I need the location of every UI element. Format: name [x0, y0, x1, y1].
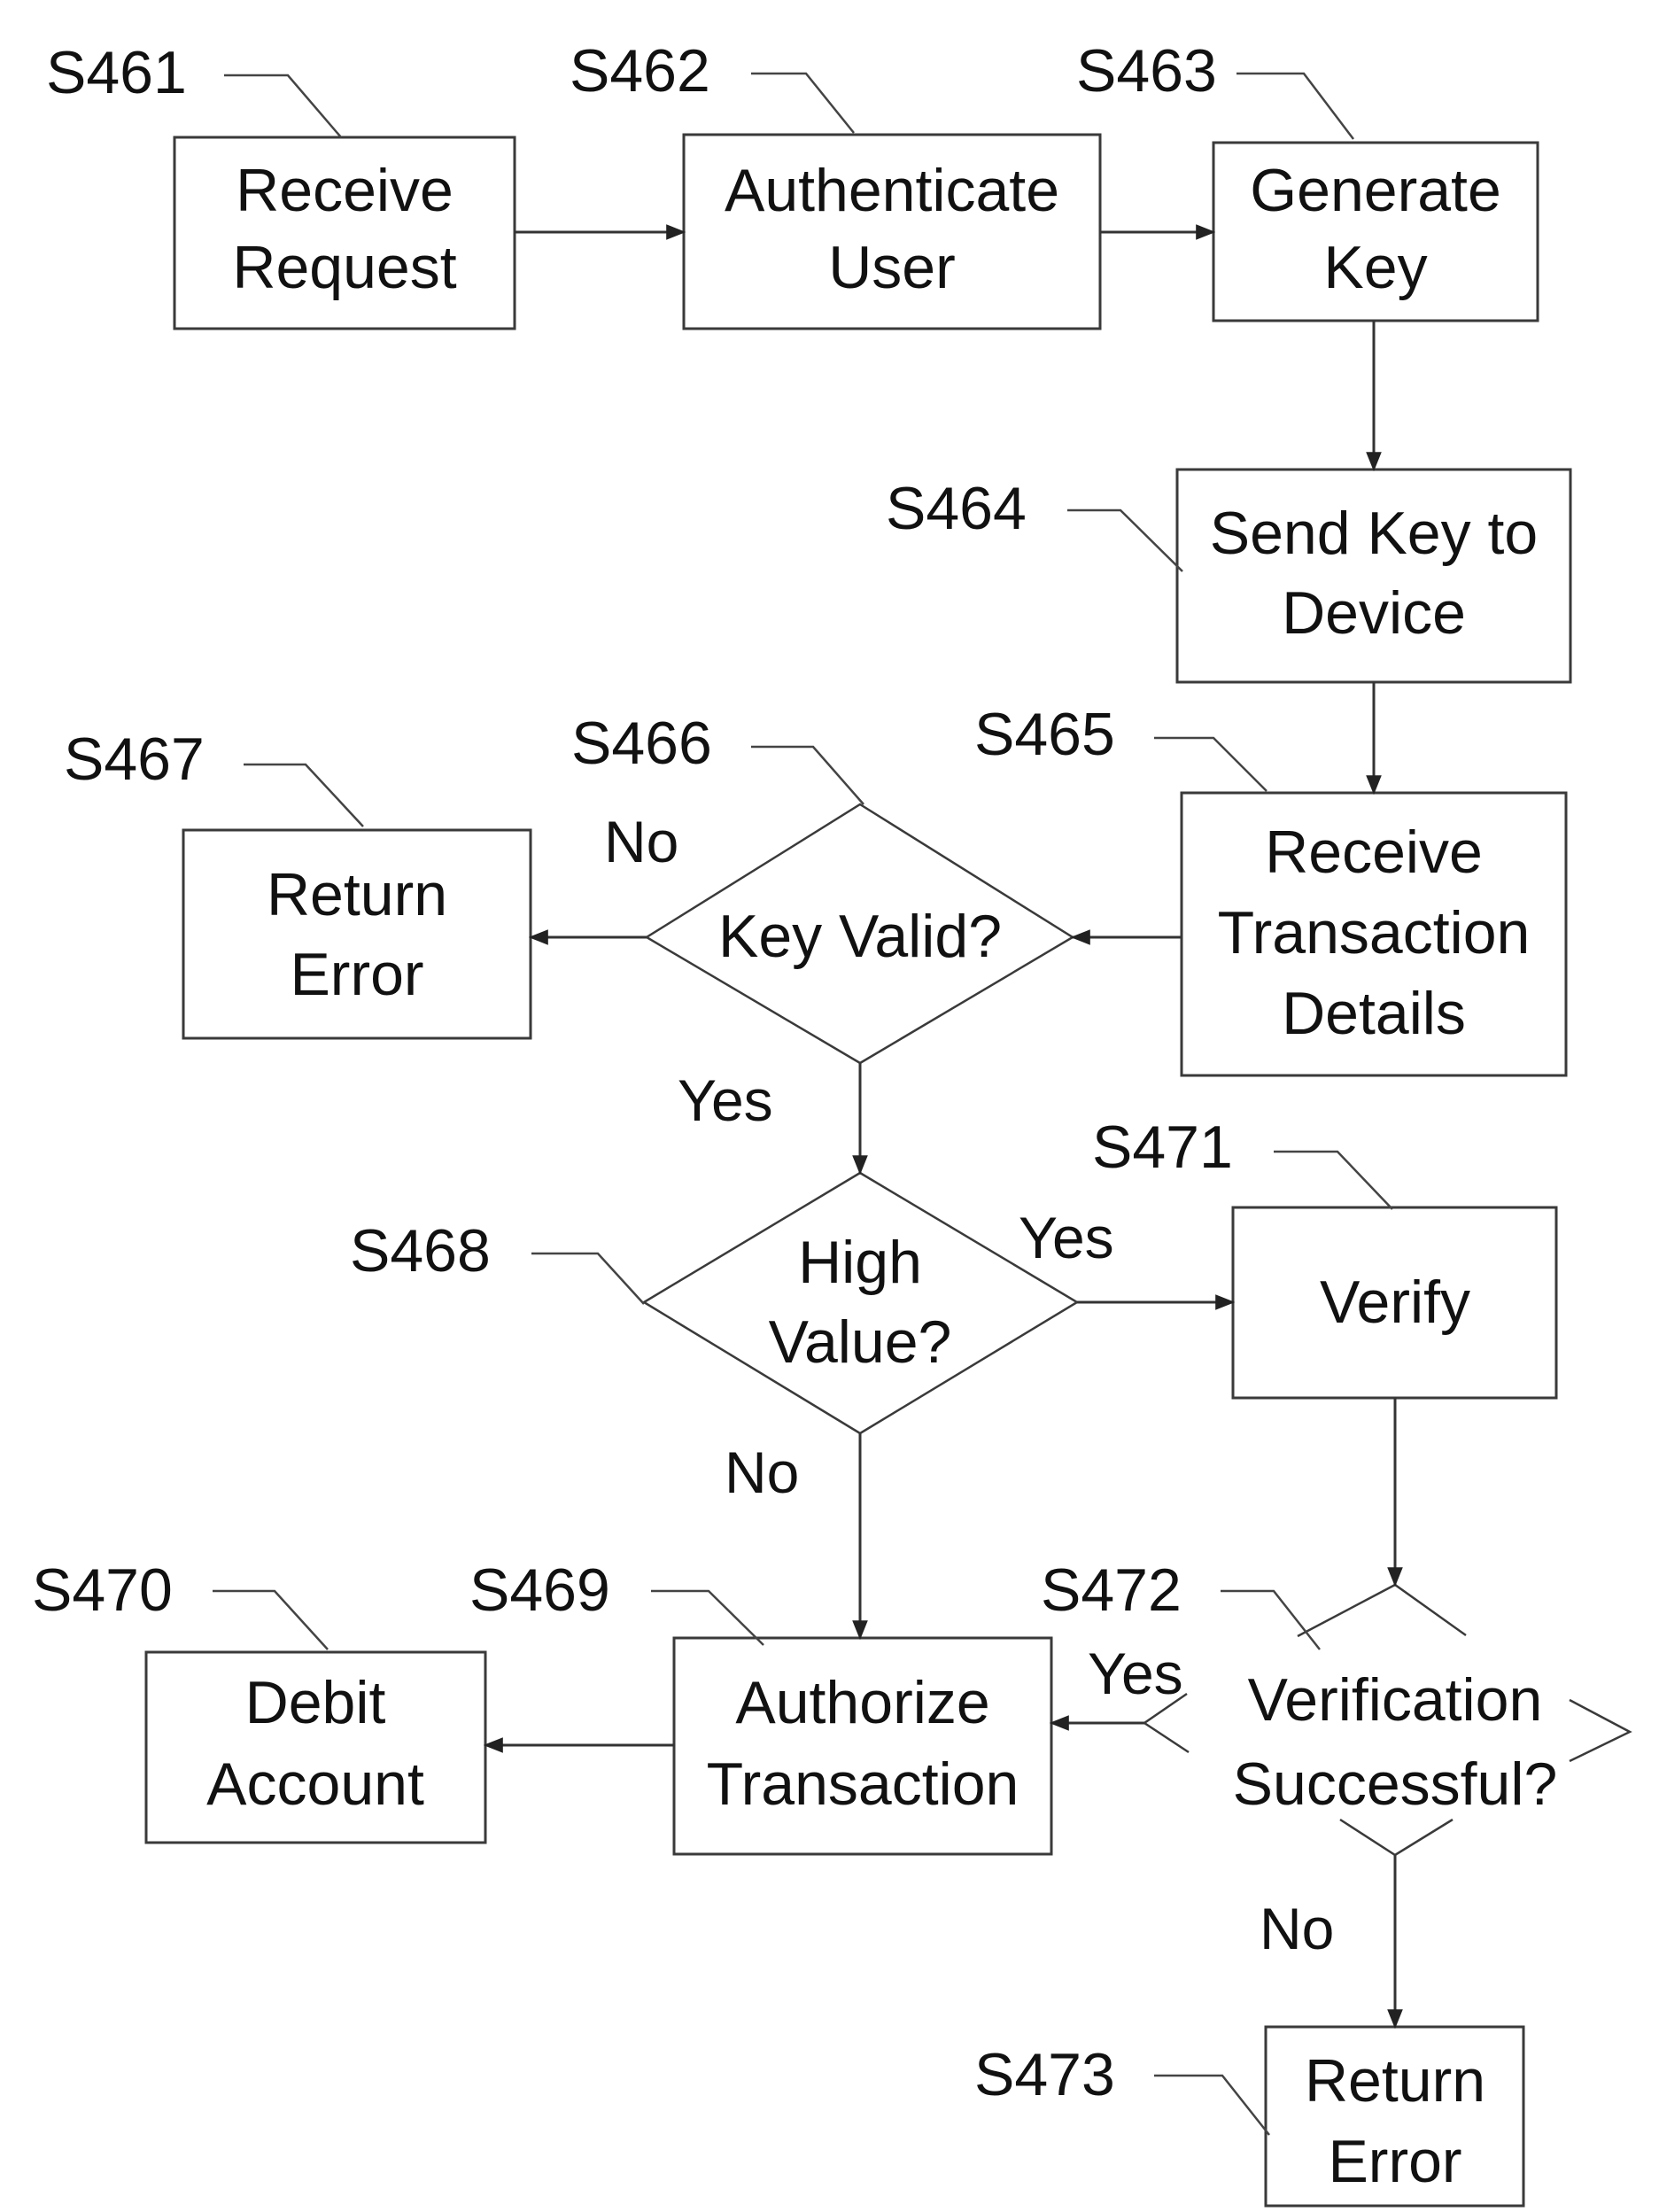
step-s473: Return Error S473: [974, 2025, 1525, 2208]
step-text-line1: Return: [267, 861, 447, 928]
leader-line: [224, 74, 342, 138]
step-text-line1: Authorize: [735, 1669, 989, 1736]
decision-diamond: [641, 1171, 1080, 1435]
condition-label-no: No: [604, 809, 678, 874]
step-ref-label: S469: [469, 1556, 610, 1624]
decision-text: Key Valid?: [718, 903, 1002, 970]
leader-line: [531, 1252, 645, 1305]
step-text-line1: Receive: [1265, 819, 1483, 886]
step-ref-label: S472: [1041, 1556, 1182, 1624]
step-ref-label: S463: [1076, 37, 1217, 105]
step-s471: Verify S471: [1092, 1114, 1558, 1400]
step-ref-label: S471: [1092, 1114, 1233, 1181]
decision-text-line1: Verification: [1248, 1666, 1543, 1734]
condition-label-yes: Yes: [1019, 1205, 1114, 1270]
step-ref-label: S461: [46, 39, 187, 106]
step-ref-label: S473: [974, 2041, 1115, 2108]
leader-line: [1221, 1589, 1321, 1650]
step-text-line1: Verify: [1320, 1269, 1470, 1336]
step-s464: Send Key to Device S464: [886, 468, 1572, 684]
step-text-line1: Authenticate: [725, 157, 1059, 224]
step-s467: Return Error S467: [64, 726, 532, 1040]
step-text-line1: Return: [1305, 2047, 1485, 2115]
step-text-line1: Generate: [1250, 157, 1501, 224]
leader-line: [1236, 72, 1354, 140]
step-s469: Authorize Transaction S469: [469, 1556, 1053, 1856]
step-text-line2: Device: [1282, 579, 1466, 647]
step-s461: Receive Request S461: [46, 39, 516, 330]
step-ref-label: S467: [64, 726, 205, 793]
step-text-line1: Receive: [236, 157, 454, 224]
step-ref-label: S470: [32, 1556, 173, 1624]
condition-label-yes: Yes: [678, 1067, 773, 1133]
flowchart: Receive Request S461 Authenticate User S…: [32, 37, 1632, 2208]
condition-label-yes: Yes: [1088, 1641, 1183, 1706]
leader-line: [244, 763, 364, 827]
leader-line: [1067, 508, 1183, 572]
leader-line: [751, 745, 864, 805]
decision-text-line2: Value?: [769, 1308, 952, 1376]
step-text-line3: Details: [1282, 980, 1466, 1047]
decision-text-line1: High: [798, 1229, 922, 1296]
step-ref-label: S464: [886, 475, 1027, 542]
step-text-line1: Send Key to: [1210, 500, 1538, 567]
decision-s468: High Value? S468: [350, 1171, 1080, 1435]
step-ref-label: S465: [974, 701, 1115, 768]
step-s462: Authenticate User S462: [570, 37, 1102, 330]
step-text-line2: Transaction: [1218, 899, 1531, 966]
step-ref-label: S462: [570, 37, 710, 105]
step-text-line2: Account: [206, 1750, 424, 1818]
step-s463: Generate Key S463: [1076, 37, 1539, 322]
step-ref-label: S468: [350, 1217, 491, 1285]
condition-label-no: No: [1260, 1896, 1334, 1961]
step-text-line2: Transaction: [707, 1750, 1019, 1818]
step-text-line2: Request: [232, 234, 456, 301]
step-text-line2: Error: [1328, 2128, 1461, 2195]
leader-line: [213, 1589, 329, 1650]
leader-line: [1154, 736, 1268, 792]
condition-label-no: No: [725, 1440, 799, 1505]
step-s465: Receive Transaction Details S465: [974, 701, 1568, 1077]
step-text-line2: User: [828, 234, 956, 301]
leader-line: [1274, 1150, 1393, 1210]
decision-text-line2: Successful?: [1233, 1750, 1558, 1818]
step-s470: Debit Account S470: [32, 1556, 487, 1844]
step-text-line2: Key: [1323, 234, 1427, 301]
leader-line: [751, 72, 855, 134]
leader-line: [1154, 2074, 1270, 2136]
step-text-line2: Error: [290, 941, 423, 1008]
step-ref-label: S466: [571, 710, 712, 777]
step-text-line1: Debit: [245, 1669, 386, 1736]
